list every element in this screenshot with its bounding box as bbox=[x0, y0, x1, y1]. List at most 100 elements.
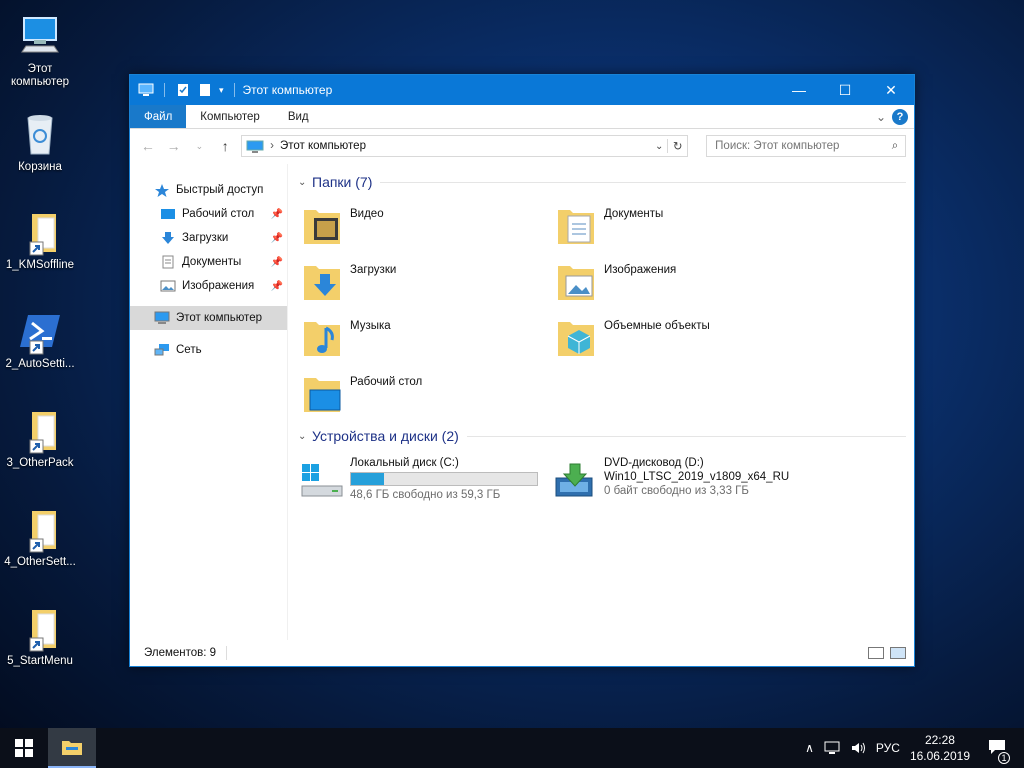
star-icon bbox=[155, 184, 169, 197]
taskbar-explorer-button[interactable] bbox=[48, 728, 96, 768]
clock[interactable]: 22:28 16.06.2019 bbox=[910, 732, 970, 764]
desktop-icon-label: 5_StartMenu bbox=[7, 655, 73, 667]
nav-label: Изображения bbox=[182, 280, 255, 292]
drive-name: Локальный диск (C:) bbox=[350, 457, 459, 469]
tab-computer[interactable]: Компьютер bbox=[186, 105, 274, 128]
nav-item-documents[interactable]: Документы 📌 bbox=[130, 250, 287, 274]
close-button[interactable]: ✕ bbox=[868, 75, 914, 105]
folders-grid: Видео Документы Загрузки Изображения Муз… bbox=[298, 198, 906, 422]
search-input[interactable] bbox=[715, 140, 886, 152]
desktop-icon-label: 2_AutoSetti... bbox=[5, 358, 75, 370]
folder-tile-music[interactable]: Музыка bbox=[298, 310, 552, 366]
maximize-button[interactable]: ☐ bbox=[822, 75, 868, 105]
nav-this-pc[interactable]: Этот компьютер bbox=[130, 306, 287, 330]
group-title: Папки (7) bbox=[312, 174, 373, 190]
desktop-icon-label: компьютер bbox=[11, 76, 69, 88]
computer-icon bbox=[246, 140, 264, 153]
folder-name: Загрузки bbox=[350, 264, 397, 276]
system-tray: ∧ РУС 22:28 16.06.2019 1 bbox=[805, 732, 1024, 764]
view-switcher bbox=[868, 647, 914, 659]
large-icons-view-icon[interactable] bbox=[890, 647, 906, 659]
status-bar: Элементов: 9 bbox=[130, 640, 914, 666]
nav-item-downloads[interactable]: Загрузки 📌 bbox=[130, 226, 287, 250]
address-bar[interactable]: › Этот компьютер ⌄ ↻ bbox=[241, 135, 689, 157]
show-hidden-icons-icon[interactable]: ∧ bbox=[805, 741, 814, 755]
nav-item-desktop[interactable]: Рабочий стол 📌 bbox=[130, 202, 287, 226]
up-button[interactable]: ↑ bbox=[215, 138, 235, 154]
desktop-icon-shortcut[interactable]: 1_KMSoffline bbox=[4, 204, 76, 284]
desktop-icon-shortcut[interactable]: 2_AutoSetti... bbox=[4, 303, 76, 383]
folder-tile-downloads[interactable]: Загрузки bbox=[298, 254, 552, 310]
input-language-indicator[interactable]: РУС bbox=[876, 741, 900, 755]
notification-count-badge: 1 bbox=[998, 751, 1010, 764]
folder-shortcut-icon bbox=[16, 505, 64, 553]
nav-label: Сеть bbox=[176, 344, 202, 356]
desktop-icon-label: 4_OtherSett... bbox=[4, 556, 76, 568]
details-view-icon[interactable] bbox=[868, 647, 884, 659]
nav-network[interactable]: Сеть bbox=[130, 338, 287, 362]
clock-date: 16.06.2019 bbox=[909, 749, 970, 763]
desktop-icon-this-pc[interactable]: Этот компьютер bbox=[4, 8, 76, 88]
3d-objects-folder-icon bbox=[558, 322, 594, 356]
customize-toolbar-icon[interactable]: ▾ bbox=[219, 85, 224, 96]
search-box[interactable]: ⌕ bbox=[706, 135, 907, 157]
folder-tile-video[interactable]: Видео bbox=[298, 198, 552, 254]
nav-quick-access[interactable]: Быстрый доступ bbox=[130, 178, 287, 202]
desktop-icon-shortcut[interactable]: 5_StartMenu bbox=[4, 600, 76, 680]
tab-view[interactable]: Вид bbox=[274, 105, 323, 128]
network-icon[interactable] bbox=[824, 741, 840, 755]
drive-usage-fill bbox=[351, 473, 385, 485]
expand-ribbon-icon[interactable]: ⌄ bbox=[870, 105, 892, 128]
content-pane: ⌄ Папки (7) Видео Документы Загрузки Изо… bbox=[288, 164, 914, 640]
powershell-shortcut-icon bbox=[16, 307, 64, 355]
nav-label: Этот компьютер bbox=[176, 312, 262, 324]
drives-group-header[interactable]: ⌄ Устройства и диски (2) bbox=[298, 424, 906, 448]
folder-shortcut-icon bbox=[16, 406, 64, 454]
pictures-folder-icon bbox=[558, 266, 594, 300]
taskbar: ∧ РУС 22:28 16.06.2019 1 bbox=[0, 728, 1024, 768]
breadcrumb[interactable]: Этот компьютер bbox=[280, 140, 651, 152]
desktop-icon-recycle-bin[interactable]: Корзина bbox=[4, 106, 76, 186]
new-folder-icon[interactable] bbox=[197, 83, 213, 97]
minimize-button[interactable]: — bbox=[776, 75, 822, 105]
refresh-icon[interactable]: ↻ bbox=[667, 139, 687, 153]
search-icon[interactable]: ⌕ bbox=[885, 140, 905, 153]
desktop-folder-icon bbox=[304, 378, 341, 412]
folder-tile-documents[interactable]: Документы bbox=[552, 198, 806, 254]
drive-free-space: 48,6 ГБ свободно из 59,3 ГБ bbox=[350, 489, 501, 501]
chevron-down-icon[interactable]: ⌄ bbox=[298, 177, 312, 188]
documents-folder-icon bbox=[558, 210, 594, 244]
breadcrumb-separator-icon[interactable]: › bbox=[270, 140, 274, 152]
title-bar[interactable]: ▾ Этот компьютер — ☐ ✕ bbox=[130, 75, 914, 105]
chevron-down-icon[interactable]: ⌄ bbox=[298, 431, 312, 442]
address-dropdown-icon[interactable]: ⌄ bbox=[651, 141, 667, 152]
desktop-icon-shortcut[interactable]: 4_OtherSett... bbox=[4, 501, 76, 581]
folder-tile-pictures[interactable]: Изображения bbox=[552, 254, 806, 310]
folder-name: Объемные объекты bbox=[604, 320, 710, 332]
drive-volume-label: Win10_LTSC_2019_v1809_x64_RU bbox=[604, 471, 790, 483]
video-folder-icon bbox=[304, 210, 340, 244]
forward-button[interactable]: → bbox=[164, 138, 184, 154]
nav-item-pictures[interactable]: Изображения 📌 bbox=[130, 274, 287, 298]
desktop-icon bbox=[161, 209, 175, 219]
drive-tile-c[interactable]: Локальный диск (C:) 48,6 ГБ свободно из … bbox=[298, 452, 552, 508]
desktop-icon-label: Корзина bbox=[18, 161, 62, 173]
recent-locations-icon[interactable]: ⌄ bbox=[190, 141, 210, 152]
help-icon[interactable]: ? bbox=[892, 109, 908, 125]
drive-name: DVD-дисковод (D:) bbox=[604, 457, 704, 469]
drives-grid: Локальный диск (C:) 48,6 ГБ свободно из … bbox=[298, 452, 906, 508]
desktop-icon-shortcut[interactable]: 3_OtherPack bbox=[4, 402, 76, 482]
start-button[interactable] bbox=[0, 728, 48, 768]
volume-icon[interactable] bbox=[850, 741, 866, 755]
action-center-button[interactable]: 1 bbox=[980, 739, 1014, 764]
drive-tile-d[interactable]: DVD-дисковод (D:) Win10_LTSC_2019_v1809_… bbox=[552, 452, 806, 508]
folder-tile-3d-objects[interactable]: Объемные объекты bbox=[552, 310, 806, 366]
back-button[interactable]: ← bbox=[138, 138, 158, 154]
properties-icon[interactable] bbox=[175, 83, 191, 97]
nav-label: Загрузки bbox=[182, 232, 229, 244]
folder-shortcut-icon bbox=[16, 604, 64, 652]
item-count: Элементов: 9 bbox=[144, 647, 217, 659]
folder-tile-desktop[interactable]: Рабочий стол bbox=[298, 366, 552, 422]
folders-group-header[interactable]: ⌄ Папки (7) bbox=[298, 170, 906, 194]
tab-file[interactable]: Файл bbox=[130, 105, 187, 128]
